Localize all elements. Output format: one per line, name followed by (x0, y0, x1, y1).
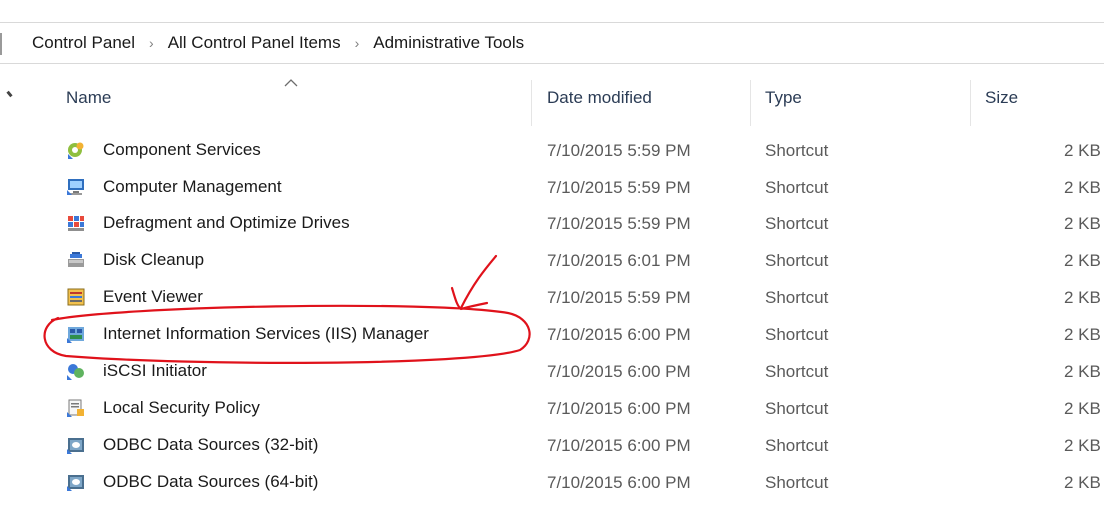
file-row[interactable]: ODBC Data Sources (64-bit) 7/10/2015 6:0… (0, 464, 1104, 501)
computer-management-icon (67, 179, 84, 195)
disk-cleanup-icon (68, 252, 84, 267)
file-size: 2 KB (1064, 436, 1101, 455)
iis-manager-icon (67, 327, 84, 343)
file-size: 2 KB (1064, 178, 1101, 197)
file-row[interactable]: Internet Information Services (IIS) Mana… (0, 316, 1104, 353)
file-row[interactable]: Local Security Policy 7/10/2015 6:00 PM … (0, 390, 1104, 427)
file-name: Computer Management (103, 177, 282, 196)
file-type: Shortcut (765, 214, 829, 233)
file-size: 2 KB (1064, 325, 1101, 344)
breadcrumb: Control Panel › All Control Panel Items … (32, 23, 524, 63)
file-date-modified: 7/10/2015 5:59 PM (547, 288, 691, 307)
file-date-modified: 7/10/2015 6:00 PM (547, 436, 691, 455)
file-row[interactable]: Event Viewer 7/10/2015 5:59 PM Shortcut … (0, 279, 1104, 316)
file-date-modified: 7/10/2015 6:00 PM (547, 473, 691, 492)
file-type: Shortcut (765, 436, 829, 455)
column-header-date-modified[interactable]: Date modified (547, 88, 652, 114)
file-name: Defragment and Optimize Drives (103, 213, 350, 232)
address-bar-edge (0, 33, 2, 55)
file-size: 2 KB (1064, 399, 1101, 418)
file-date-modified: 7/10/2015 6:00 PM (547, 362, 691, 381)
file-type: Shortcut (765, 473, 829, 492)
file-type: Shortcut (765, 141, 829, 160)
breadcrumb-separator-icon[interactable]: › (355, 35, 360, 51)
column-header-name[interactable]: Name (66, 88, 111, 114)
file-row[interactable]: Defragment and Optimize Drives 7/10/2015… (0, 205, 1104, 242)
file-date-modified: 7/10/2015 6:00 PM (547, 325, 691, 344)
file-row[interactable]: Computer Management 7/10/2015 5:59 PM Sh… (0, 169, 1104, 206)
file-date-modified: 7/10/2015 5:59 PM (547, 141, 691, 160)
column-header-type[interactable]: Type (765, 88, 802, 114)
file-row[interactable]: Disk Cleanup 7/10/2015 6:01 PM Shortcut … (0, 242, 1104, 279)
file-name: Local Security Policy (103, 398, 260, 417)
file-size: 2 KB (1064, 288, 1101, 307)
file-size: 2 KB (1064, 362, 1101, 381)
file-name: iSCSI Initiator (103, 361, 207, 380)
odbc-icon (67, 475, 84, 491)
file-name: ODBC Data Sources (32-bit) (103, 435, 319, 454)
file-row[interactable]: ODBC Data Sources (32-bit) 7/10/2015 6:0… (0, 427, 1104, 464)
event-viewer-icon (67, 288, 85, 306)
column-header-row: Name Date modified Type Size (0, 64, 1104, 126)
breadcrumb-item-administrative-tools[interactable]: Administrative Tools (373, 33, 524, 53)
file-name: Disk Cleanup (103, 250, 205, 269)
file-size: 2 KB (1064, 251, 1101, 270)
window-top-strip (0, 0, 1104, 22)
file-date-modified: 7/10/2015 5:59 PM (547, 214, 691, 233)
file-name: Component Services (103, 140, 261, 159)
file-type: Shortcut (765, 251, 829, 270)
file-type: Shortcut (765, 362, 829, 381)
file-name: Internet Information Services (IIS) Mana… (103, 324, 429, 343)
file-size: 2 KB (1064, 214, 1101, 233)
breadcrumb-separator-icon[interactable]: › (149, 35, 154, 51)
file-date-modified: 7/10/2015 5:59 PM (547, 178, 691, 197)
breadcrumb-item-control-panel[interactable]: Control Panel (32, 33, 135, 53)
defragment-icon (68, 216, 84, 231)
file-type: Shortcut (765, 399, 829, 418)
file-date-modified: 7/10/2015 6:00 PM (547, 399, 691, 418)
column-divider[interactable] (970, 80, 971, 126)
column-header-size[interactable]: Size (985, 88, 1018, 114)
file-size: 2 KB (1064, 141, 1101, 160)
column-divider[interactable] (531, 80, 532, 126)
component-services-icon (68, 142, 84, 159)
column-divider[interactable] (750, 80, 751, 126)
file-size: 2 KB (1064, 473, 1101, 492)
breadcrumb-item-all-control-panel-items[interactable]: All Control Panel Items (168, 33, 341, 53)
file-date-modified: 7/10/2015 6:01 PM (547, 251, 691, 270)
file-name: ODBC Data Sources (64-bit) (103, 472, 319, 491)
file-type: Shortcut (765, 288, 829, 307)
iscsi-initiator-icon (67, 364, 84, 380)
file-row[interactable]: Component Services 7/10/2015 5:59 PM Sho… (0, 132, 1104, 169)
file-type: Shortcut (765, 325, 829, 344)
file-row[interactable]: iSCSI Initiator 7/10/2015 6:00 PM Shortc… (0, 353, 1104, 390)
file-type: Shortcut (765, 178, 829, 197)
odbc-icon (67, 438, 84, 454)
file-name: Event Viewer (103, 287, 203, 306)
address-bar[interactable]: Control Panel › All Control Panel Items … (0, 22, 1104, 64)
local-security-policy-icon (67, 399, 84, 417)
sort-ascending-icon (284, 79, 298, 87)
